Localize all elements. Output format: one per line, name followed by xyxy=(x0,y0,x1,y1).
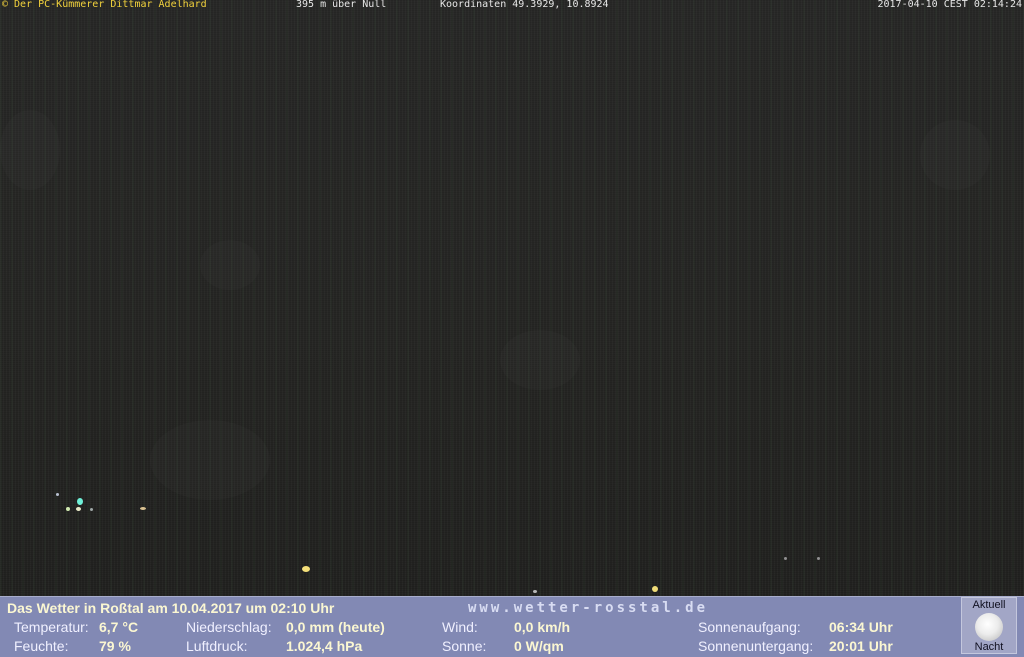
precipitation-label: Niederschlag: xyxy=(186,619,272,635)
sun-value: 0 W/qm xyxy=(514,638,564,654)
weather-panel: Das Wetter in Roßtal am 10.04.2017 um 02… xyxy=(0,596,1024,657)
wind-label: Wind: xyxy=(442,619,478,635)
light-point xyxy=(140,507,146,510)
light-point xyxy=(784,557,787,560)
noise-patch xyxy=(920,120,990,190)
altitude-text: 395 m über Null xyxy=(296,0,387,10)
weather-title: Das Wetter in Roßtal am 10.04.2017 um 02… xyxy=(7,600,335,616)
sunrise-value: 06:34 Uhr xyxy=(829,619,893,635)
light-point xyxy=(90,508,93,511)
temperature-value: 6,7 °C xyxy=(99,619,139,635)
sunset-label: Sonnenuntergang: xyxy=(698,638,814,654)
light-point xyxy=(66,507,70,511)
pressure-label: Luftdruck: xyxy=(186,638,248,654)
noise-patch xyxy=(200,240,260,290)
moon-icon xyxy=(975,613,1003,641)
webcam-image xyxy=(0,0,1024,596)
coordinates-text: Koordinaten 49.3929, 10.8924 xyxy=(440,0,609,10)
light-point xyxy=(56,493,59,496)
timestamp-text: 2017-04-10 CEST 02:14:24 xyxy=(877,0,1023,10)
noise-patch xyxy=(500,330,580,390)
temperature-label: Temperatur: xyxy=(14,619,89,635)
light-point xyxy=(533,590,537,593)
moon-phase-box: Aktuell Nacht xyxy=(961,597,1017,654)
moon-night-label: Nacht xyxy=(974,641,1004,653)
light-point xyxy=(77,498,83,505)
sunset-value: 20:01 Uhr xyxy=(829,638,893,654)
light-point xyxy=(76,507,81,511)
light-point xyxy=(302,566,310,572)
light-point xyxy=(817,557,820,560)
sunrise-label: Sonnenaufgang: xyxy=(698,619,801,635)
humidity-value: 79 % xyxy=(99,638,131,654)
wind-value: 0,0 km/h xyxy=(514,619,571,635)
noise-patch xyxy=(150,420,270,500)
copyright-text: © Der PC-Kümmerer Dittmar Adelhard xyxy=(2,0,207,10)
camera-overlay-header: © Der PC-Kümmerer Dittmar Adelhard 395 m… xyxy=(0,0,1024,11)
precipitation-value: 0,0 mm (heute) xyxy=(286,619,385,635)
light-point xyxy=(652,586,658,592)
website-link[interactable]: www.wetter-rosstal.de xyxy=(468,600,708,616)
sun-label: Sonne: xyxy=(442,638,487,654)
moon-current-label: Aktuell xyxy=(972,599,1006,611)
pressure-value: 1.024,4 hPa xyxy=(286,638,363,654)
humidity-label: Feuchte: xyxy=(14,638,69,654)
noise-patch xyxy=(0,110,60,190)
